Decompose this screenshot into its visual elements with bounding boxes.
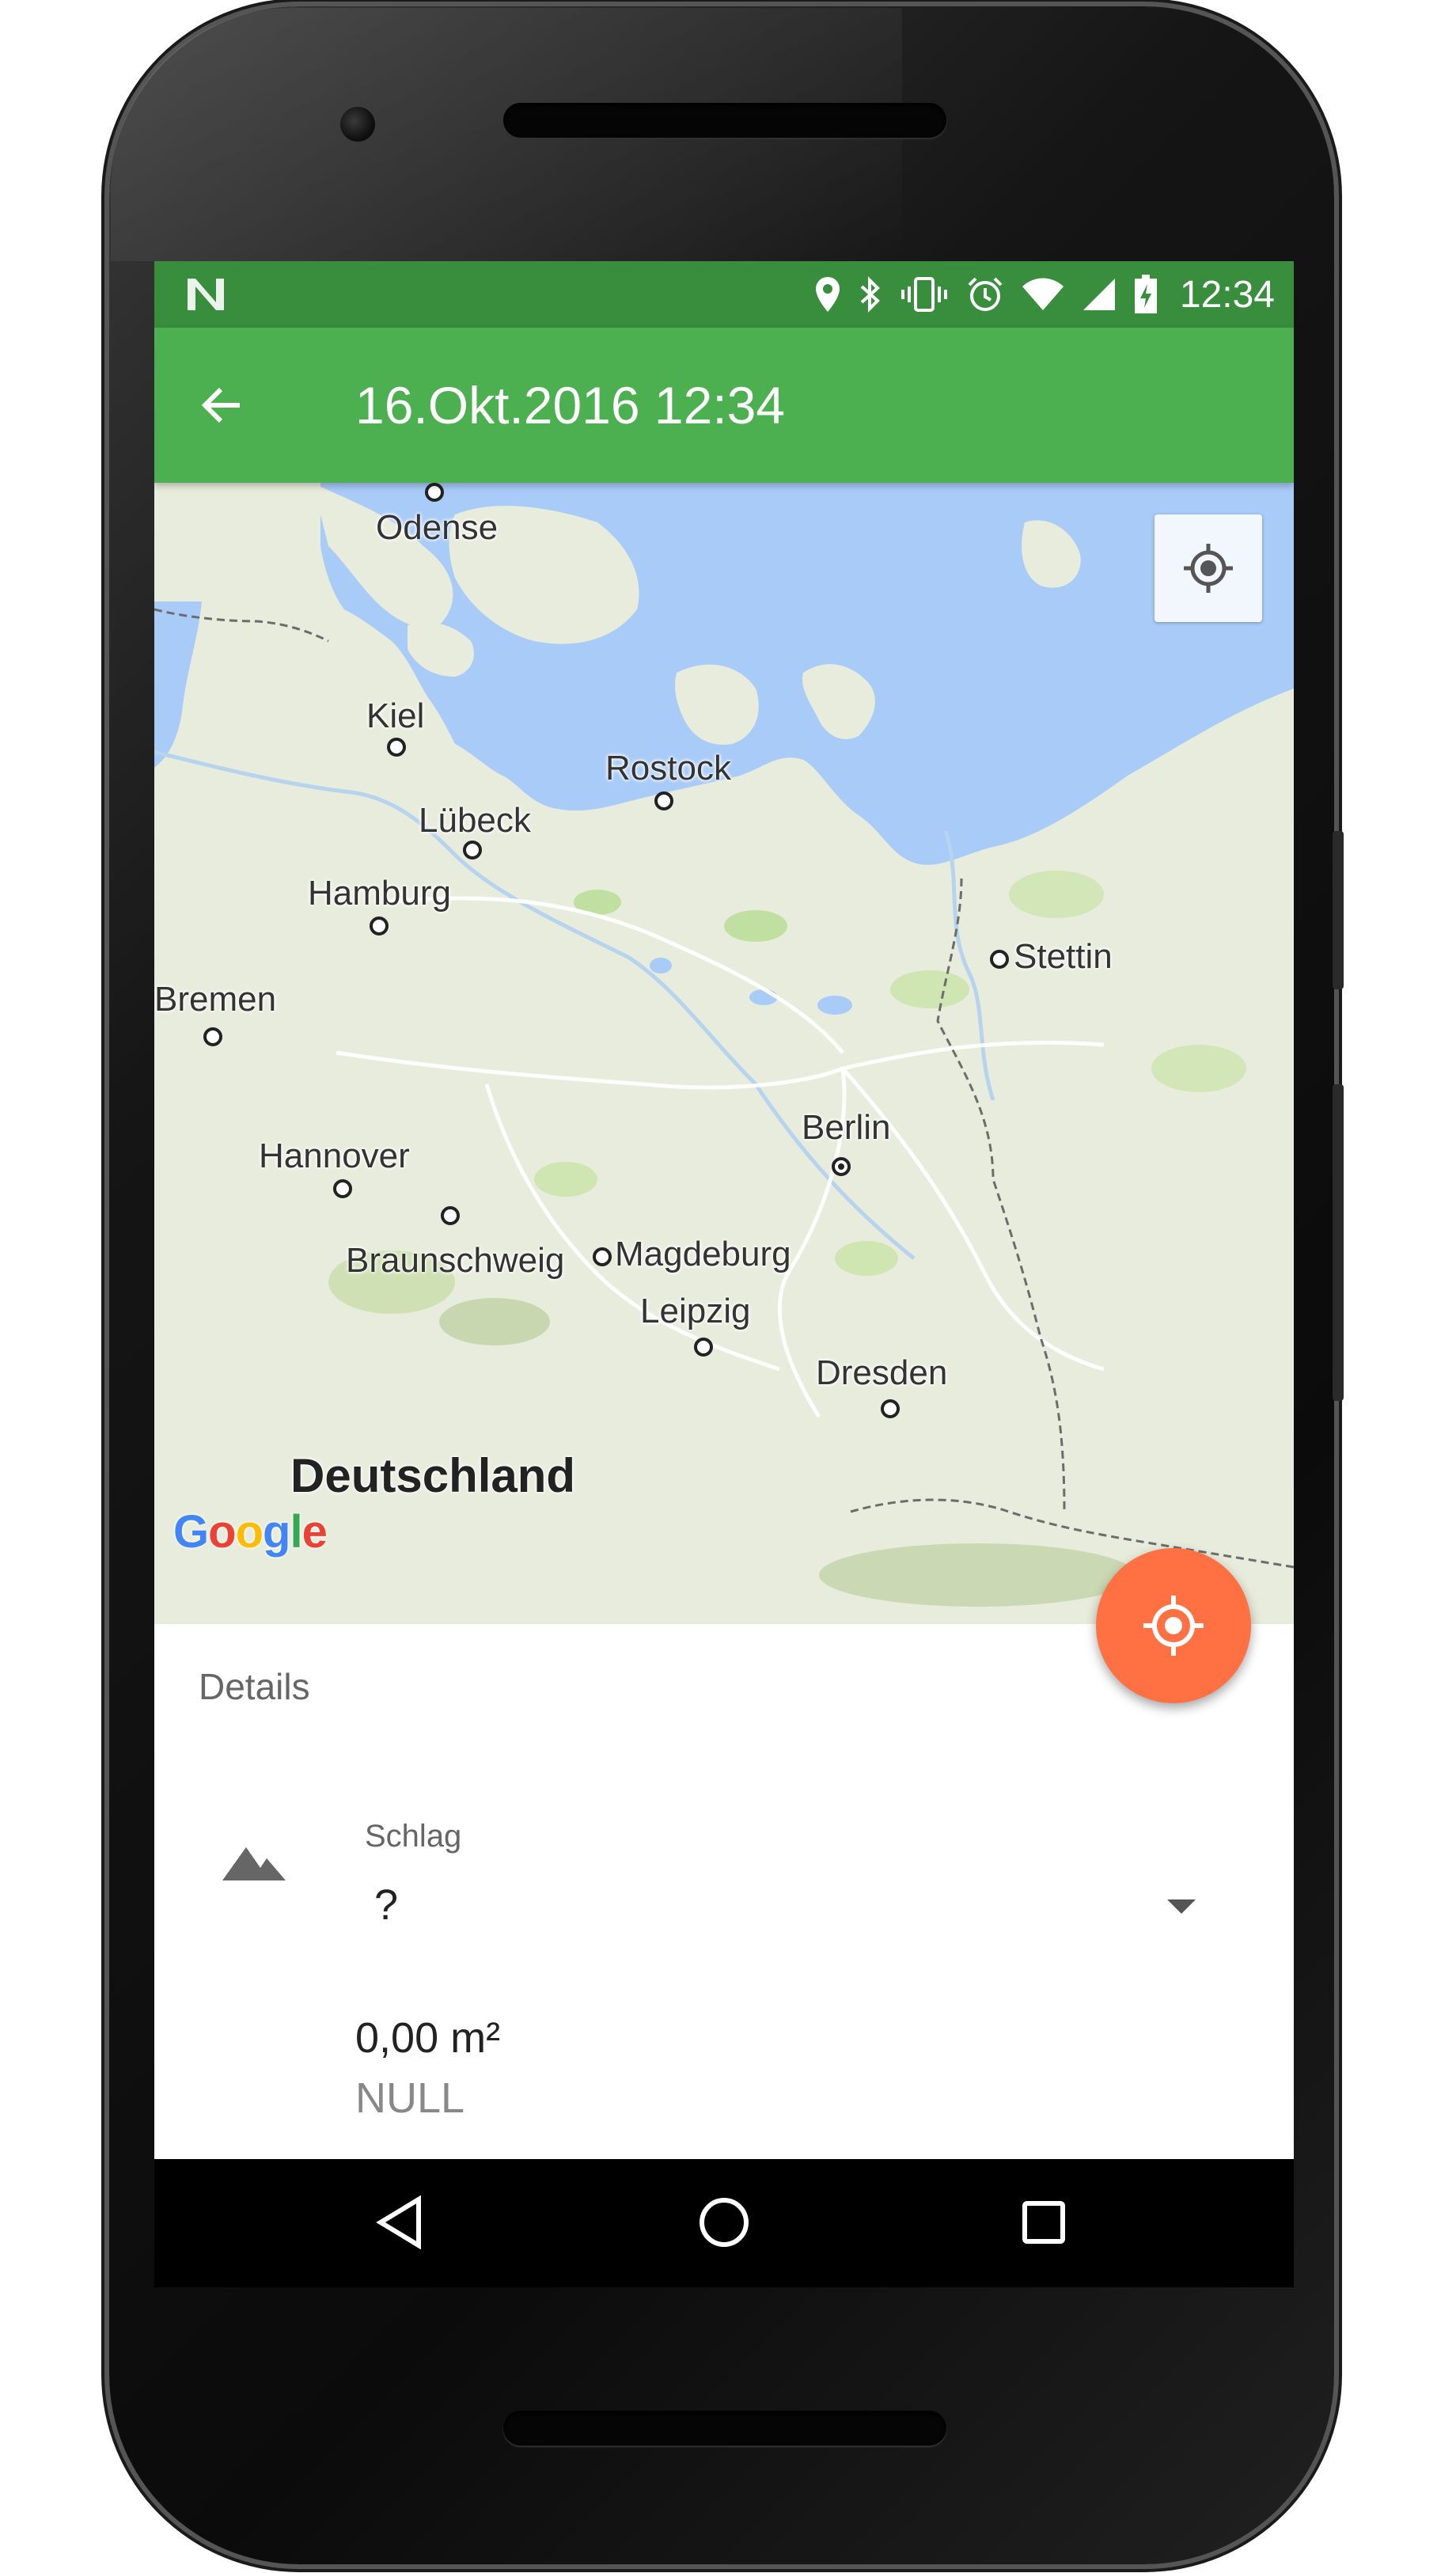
back-triangle-icon bbox=[376, 2195, 421, 2250]
nav-back-button[interactable] bbox=[368, 2191, 431, 2254]
city-label-hannover: Hannover bbox=[259, 1137, 410, 1175]
app-toolbar: 16.Okt.2016 12:34 bbox=[154, 328, 1294, 483]
details-panel: Details Schlag ? 0,00 m² NULL bbox=[154, 1624, 1294, 2159]
notification-n-icon bbox=[188, 279, 224, 310]
signal-icon bbox=[1083, 279, 1115, 310]
gps-fixed-icon bbox=[1143, 1596, 1204, 1656]
volume-button bbox=[1333, 1084, 1344, 1401]
city-label-luebeck: Lübeck bbox=[419, 801, 531, 840]
google-letter: l bbox=[290, 1506, 302, 1558]
city-label-dresden: Dresden bbox=[816, 1353, 948, 1392]
bottom-speaker bbox=[503, 2411, 946, 2446]
terrain-icon bbox=[222, 1847, 286, 1880]
status-bar: 12:34 bbox=[154, 261, 1294, 328]
home-circle-icon bbox=[700, 2198, 749, 2247]
google-attribution: Google bbox=[173, 1505, 328, 1558]
phone-screen: 12:34 16.Okt.2016 12:34 Odense Kiel Rost… bbox=[154, 261, 1294, 2287]
front-camera bbox=[340, 107, 375, 142]
city-dot-hannover bbox=[333, 1179, 352, 1198]
navigation-bar bbox=[154, 2159, 1294, 2287]
city-dot-berlin bbox=[832, 1157, 851, 1176]
alarm-icon bbox=[968, 277, 1003, 311]
area-note: NULL bbox=[355, 2074, 465, 2122]
arrow-back-icon bbox=[201, 387, 240, 423]
power-button bbox=[1333, 831, 1344, 989]
gps-fab-button[interactable] bbox=[1096, 1548, 1251, 1703]
city-label-odense: Odense bbox=[376, 508, 499, 547]
city-label-berlin: Berlin bbox=[802, 1108, 891, 1147]
google-letter: e bbox=[301, 1506, 328, 1558]
google-letter: g bbox=[263, 1506, 290, 1558]
schlag-select[interactable]: ? bbox=[374, 1880, 398, 1930]
google-letter: o bbox=[208, 1506, 236, 1558]
city-dot-braunschweig bbox=[441, 1206, 460, 1225]
area-value: 0,00 m² bbox=[355, 2014, 501, 2062]
schlag-label: Schlag bbox=[365, 1819, 462, 1854]
city-label-braunschweig: Braunschweig bbox=[346, 1241, 565, 1280]
nav-home-button[interactable] bbox=[692, 2191, 756, 2254]
city-label-leipzig: Leipzig bbox=[640, 1292, 751, 1330]
city-dot-bremen bbox=[203, 1027, 222, 1046]
my-location-button[interactable] bbox=[1155, 514, 1262, 622]
city-dot-rostock bbox=[654, 791, 673, 810]
recents-square-icon bbox=[1022, 2201, 1065, 2244]
google-letter: o bbox=[235, 1506, 264, 1558]
location-icon bbox=[815, 277, 840, 312]
city-label-stettin: Stettin bbox=[1014, 937, 1113, 976]
back-button[interactable] bbox=[194, 377, 251, 434]
top-speaker bbox=[503, 103, 946, 138]
city-dot-stettin bbox=[990, 950, 1009, 969]
city-dot-hamburg bbox=[370, 916, 389, 935]
dropdown-arrow-icon[interactable] bbox=[1167, 1899, 1196, 1914]
city-dot-leipzig bbox=[694, 1338, 713, 1357]
nav-recents-button[interactable] bbox=[1012, 2191, 1075, 2254]
wifi-icon bbox=[1022, 278, 1064, 310]
crosshair-icon bbox=[1184, 544, 1233, 593]
details-heading: Details bbox=[199, 1666, 310, 1707]
country-label: Deutschland bbox=[290, 1449, 576, 1502]
city-label-rostock: Rostock bbox=[605, 749, 731, 787]
toolbar-title: 16.Okt.2016 12:34 bbox=[355, 376, 786, 435]
city-dot-magdeburg bbox=[593, 1247, 612, 1266]
city-dot-odense bbox=[425, 483, 444, 502]
city-dot-kiel bbox=[387, 738, 406, 757]
battery-charging-icon bbox=[1134, 275, 1157, 313]
city-label-magdeburg: Magdeburg bbox=[615, 1235, 791, 1273]
city-label-kiel: Kiel bbox=[366, 696, 425, 735]
city-label-hamburg: Hamburg bbox=[308, 874, 451, 913]
city-label-bremen: Bremen bbox=[154, 980, 277, 1019]
city-dot-dresden bbox=[881, 1399, 900, 1418]
google-letter: G bbox=[173, 1506, 209, 1558]
city-dot-luebeck bbox=[463, 841, 482, 860]
vibrate-icon bbox=[901, 277, 947, 312]
status-time: 12:34 bbox=[1179, 273, 1275, 316]
bluetooth-icon bbox=[860, 276, 880, 313]
map-view[interactable]: Odense Kiel Rostock Lübeck Hamburg Stett… bbox=[154, 483, 1294, 1624]
